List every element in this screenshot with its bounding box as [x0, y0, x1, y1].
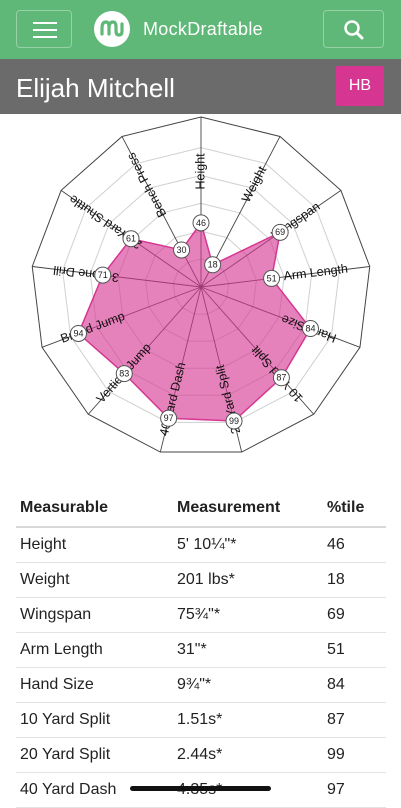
radar-value-label: 30 — [177, 245, 187, 255]
percentile-cell: 18 — [323, 562, 386, 598]
measurement-cell: 5' 10¼"* — [173, 527, 323, 563]
table-row: 20 Yard Split 2.44s* 99 — [16, 737, 386, 773]
hamburger-menu-icon-line — [33, 29, 57, 31]
home-indicator-bar — [130, 786, 271, 791]
measurables-table: Measurable Measurement %tile Height 5' 1… — [16, 489, 386, 808]
measurement-cell: 31"* — [173, 632, 323, 668]
mockdraftable-logo-icon[interactable] — [94, 11, 130, 47]
measurement-cell: 201 lbs* — [173, 562, 323, 598]
measurable-cell: Hand Size — [16, 667, 173, 703]
radar-value-label: 84 — [305, 323, 315, 333]
radar-value-label: 94 — [73, 328, 83, 338]
measurement-cell: 2.44s* — [173, 737, 323, 773]
radar-value-label: 69 — [275, 227, 285, 237]
table-row: Hand Size 9¾"* 84 — [16, 667, 386, 703]
column-header-measurable: Measurable — [16, 489, 173, 528]
measurable-cell: 10 Yard Split — [16, 702, 173, 738]
percentile-cell: 46 — [323, 527, 386, 563]
table-row: Height 5' 10¼"* 46 — [16, 527, 386, 563]
position-badge[interactable]: HB — [336, 66, 384, 106]
measurable-cell: 20 Yard Split — [16, 737, 173, 773]
table-header-row: Measurable Measurement %tile — [16, 489, 386, 528]
measurable-cell: Weight — [16, 562, 173, 598]
percentile-cell: 97 — [323, 772, 386, 808]
percentile-cell: 84 — [323, 667, 386, 703]
radar-value-label: 87 — [276, 373, 286, 383]
measurement-cell: 9¾"* — [173, 667, 323, 703]
measurement-cell: 75¾"* — [173, 597, 323, 633]
percentile-cell: 99 — [323, 737, 386, 773]
radar-value-label: 46 — [196, 218, 206, 228]
search-button[interactable] — [323, 10, 384, 48]
percentile-cell: 51 — [323, 632, 386, 668]
measurable-cell: Height — [16, 527, 173, 563]
search-icon — [344, 20, 364, 40]
radar-value-label: 61 — [126, 234, 136, 244]
radar-chart: Height WeightWingspanArm LengthHand Size1… — [31, 116, 371, 453]
radar-value-label: 99 — [229, 416, 239, 426]
radar-axis-label: Height — [193, 153, 207, 190]
column-header-measurement: Measurement — [173, 489, 323, 528]
measurement-cell: 1.51s* — [173, 702, 323, 738]
radar-value-label: 97 — [164, 413, 174, 423]
table-row: Wingspan 75¾"* 69 — [16, 597, 386, 633]
radar-value-label: 71 — [98, 270, 108, 280]
player-name: Elijah Mitchell — [16, 73, 175, 103]
hamburger-menu-icon-line — [33, 36, 57, 38]
radar-value-label: 51 — [267, 273, 277, 283]
hamburger-menu-icon — [33, 22, 57, 24]
percentile-cell: 69 — [323, 597, 386, 633]
percentile-cell: 87 — [323, 702, 386, 738]
measurable-cell: Arm Length — [16, 632, 173, 668]
radar-value-label: 83 — [119, 368, 129, 378]
radar-value-label: 18 — [208, 260, 218, 270]
table-row: 10 Yard Split 1.51s* 87 — [16, 702, 386, 738]
table-row: Weight 201 lbs* 18 — [16, 562, 386, 598]
column-header-percentile: %tile — [323, 489, 386, 528]
measurable-cell: Wingspan — [16, 597, 173, 633]
table-row: Arm Length 31"* 51 — [16, 632, 386, 668]
top-navigation-bar: MockDraftable — [0, 0, 401, 59]
brand-name[interactable]: MockDraftable — [143, 19, 263, 40]
menu-button[interactable] — [16, 10, 72, 48]
